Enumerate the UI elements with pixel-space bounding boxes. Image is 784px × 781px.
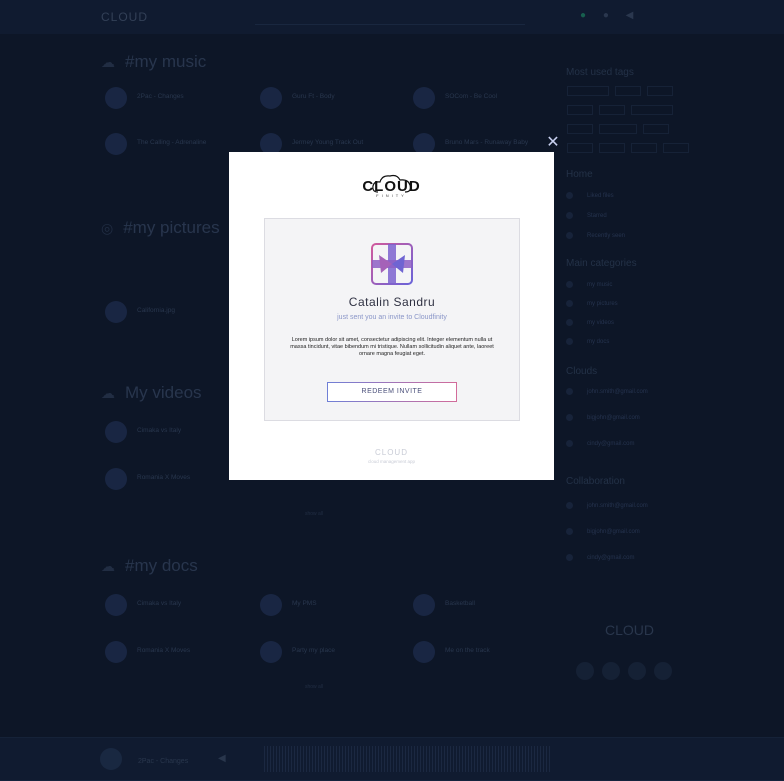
modal-logo: CLOUD FINITY bbox=[229, 172, 554, 198]
invite-subtitle: just sent you an invite to Cloudfinity bbox=[337, 314, 447, 321]
inviter-name: Catalin Sandru bbox=[348, 295, 436, 309]
invite-card: Catalin Sandru just sent you an invite t… bbox=[264, 218, 520, 421]
modal-footer: CLOUD cloud management app bbox=[229, 448, 554, 464]
footer-tagline: cloud management app bbox=[367, 459, 416, 464]
redeem-invite-button[interactable]: REDEEM INVITE bbox=[327, 382, 457, 402]
close-button[interactable]: ✕ bbox=[545, 135, 561, 151]
footer-logo: CLOUD bbox=[374, 448, 408, 457]
invite-modal: CLOUD FINITY Catalin Sandru just sent yo… bbox=[229, 152, 554, 480]
logo-subtext: FINITY bbox=[376, 193, 407, 198]
invite-message: Lorem ipsum dolor sit amet, consectetur … bbox=[290, 337, 494, 357]
gift-icon bbox=[371, 243, 413, 285]
